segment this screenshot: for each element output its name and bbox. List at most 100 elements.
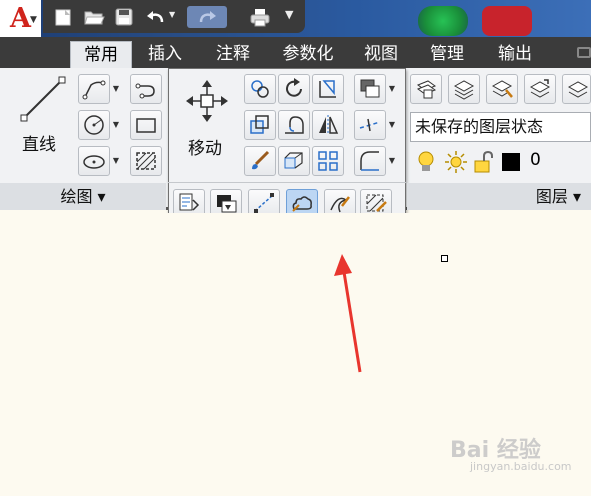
layer-color-swatch [502,153,520,171]
trim-button[interactable] [312,74,344,104]
line-tool-label: 直线 [22,135,56,155]
stretch-button[interactable] [244,110,276,140]
chevron-down-icon[interactable]: ▼ [386,120,398,129]
scale-icon [284,152,303,169]
rotate-button[interactable] [278,74,310,104]
chevron-down-icon: ▼ [30,15,37,25]
chevron-down-icon[interactable]: ▼ [110,156,122,165]
trim-icon [319,80,336,98]
layer-isolate-icon [567,81,588,98]
offset-button[interactable] [354,110,386,140]
save-icon[interactable] [113,6,135,28]
polyline-button[interactable] [78,74,110,104]
layers-icon [453,80,475,100]
rectangle-icon [136,118,156,133]
chamfer-button[interactable] [354,146,386,176]
autocad-logo-icon: A [10,3,31,34]
move-label: 移动 [188,139,222,159]
array-icon [318,151,338,171]
tab-output[interactable]: 输出 [492,41,538,68]
move-icon [186,80,228,122]
tab-view[interactable]: 视图 [358,41,404,68]
scale-button[interactable] [278,146,310,176]
layer-swap-icon [529,79,551,98]
draw-order-icon [360,79,380,98]
hatch-icon [136,152,156,170]
unlock-icon [474,150,493,173]
app-menu-button[interactable]: A ▼ [0,0,41,37]
hatch-button[interactable] [130,146,162,176]
break-icon [254,193,274,213]
layer-state-dropdown[interactable]: 未保存的图层状态 [410,112,591,142]
tab-insert[interactable]: 插入 [142,41,188,68]
stretch-icon [250,115,269,134]
undo-icon[interactable] [145,6,167,28]
watermark-url: jingyan.baidu.com [470,460,572,473]
mirror-icon [319,115,339,135]
break-line-icon [359,118,381,132]
arc-button[interactable] [130,74,162,104]
chevron-down-icon[interactable]: ▼ [386,84,398,93]
layer-states-button[interactable] [448,74,480,104]
pen-curve-icon [330,196,350,213]
undo-dropdown-icon[interactable]: ▼ [169,10,175,19]
current-layer-name: 0 [530,150,541,170]
customize-toolbar-icon[interactable]: ▼ [285,8,293,21]
line-tool-button[interactable]: 直线 [8,72,74,180]
layer-control-dropdown[interactable]: 0 [414,148,591,176]
rotate-icon [286,78,302,97]
layer-isolate-button[interactable] [562,74,591,104]
sun-icon [445,151,467,173]
rectangle-button[interactable] [130,110,162,140]
layers-panel-footer[interactable]: 图层 ▾ [407,183,591,210]
tab-parametric[interactable]: 参数化 [276,41,340,68]
tab-manage[interactable]: 管理 [424,41,470,68]
arc-icon [135,83,155,99]
explode-icon [217,195,237,213]
layer-previous-button[interactable] [524,74,556,104]
circle-button[interactable] [78,110,110,140]
new-file-icon[interactable] [52,6,74,28]
tab-annotate[interactable]: 注释 [210,41,256,68]
tab-home[interactable]: 常用 [70,41,132,68]
layer-properties-icon [416,80,437,99]
draw-order-button[interactable] [354,74,386,104]
ellipse-icon [83,155,105,169]
redo-icon [199,11,216,23]
chevron-down-icon[interactable]: ▼ [110,120,122,129]
chevron-down-icon[interactable]: ▼ [386,156,398,165]
open-folder-icon[interactable] [83,6,105,28]
arc-corner-icon [360,151,379,171]
crosshair-pickbox [441,255,448,262]
polyline-icon [82,80,106,100]
layer-brush-icon [491,80,513,98]
draw-panel-footer[interactable]: 绘图 ▾ [0,183,166,210]
divider [168,182,406,183]
mirror-button[interactable] [312,110,344,140]
minimize-ribbon-icon[interactable] [577,47,591,58]
copy-button[interactable] [244,74,276,104]
fillet-button[interactable] [278,110,310,140]
circle-icon [84,115,104,135]
edit-hatch-icon [366,194,387,212]
print-icon[interactable] [249,6,271,28]
line-icon [20,76,66,122]
erase-button[interactable] [244,146,276,176]
brush-icon [252,150,270,170]
fillet-icon [285,116,304,134]
cloud-icon [292,196,312,212]
redo-button[interactable] [187,6,227,28]
layer-properties-button[interactable] [410,74,442,104]
chevron-down-icon[interactable]: ▼ [110,84,122,93]
layer-match-button[interactable] [486,74,518,104]
move-button[interactable]: 移动 [176,72,238,180]
properties-icon [179,193,200,211]
ellipse-button[interactable] [78,146,110,176]
quick-access-toolbar: ▼ ▼ [43,0,305,33]
taskbar-app-icon [418,6,468,36]
annotation-arrow [334,254,362,373]
ribbon-tab-bar: 常用 插入 注释 参数化 视图 管理 输出 [0,37,591,68]
array-button[interactable] [312,146,344,176]
lightbulb-icon [418,151,434,171]
taskbar-app-icon [482,6,532,36]
